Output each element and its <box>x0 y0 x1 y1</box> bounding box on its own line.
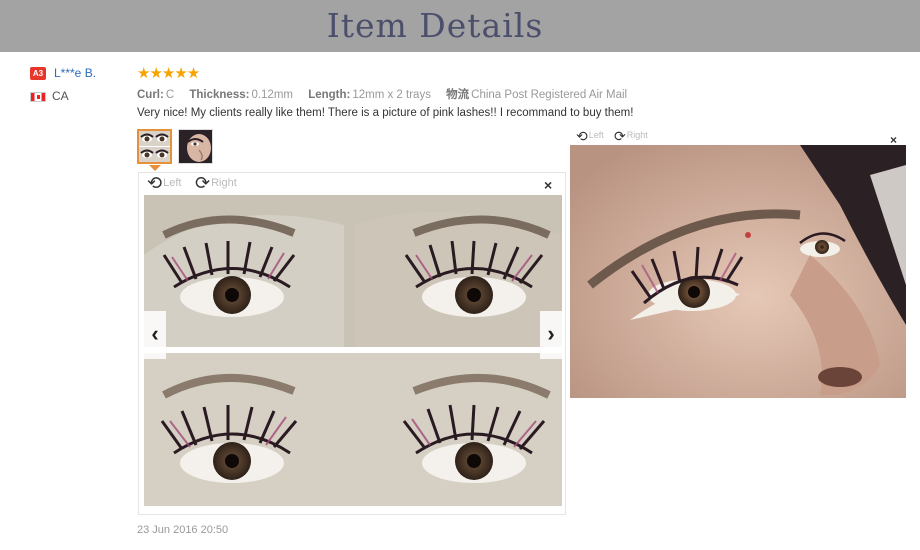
reviewer-country: CA <box>52 89 69 103</box>
rotate-right-label: Right <box>211 177 237 189</box>
attr-curl-label: Curl: <box>137 89 164 101</box>
review-photo-thumbnail[interactable] <box>178 129 213 164</box>
level-badge: A3 <box>30 67 46 80</box>
next-photo-button[interactable]: › <box>540 311 562 359</box>
rotate-left-button[interactable]: ⟲Left <box>147 173 181 194</box>
attr-thickness-label: Thickness: <box>189 89 250 101</box>
page-header: Item Details <box>0 0 920 52</box>
rotate-left-label: Left <box>588 130 604 140</box>
attr-length-label: Length: <box>308 89 351 101</box>
photo-viewer: ⟲Left ⟳Right × ‹ › <box>138 172 566 515</box>
photo-viewer-secondary: ⟲Left ⟳Right × <box>570 128 908 400</box>
attr-thickness-value: 0.12mm <box>251 89 293 101</box>
rating-stars: ★★★★★ <box>137 65 200 82</box>
attr-shipping-label: 物流 <box>446 89 470 101</box>
review-photo-large-secondary <box>570 145 906 398</box>
attr-curl-value: C <box>165 89 175 101</box>
page-title: Item Details <box>326 6 544 45</box>
thumbnail-selected-pointer <box>149 165 161 171</box>
rotate-left-button[interactable]: ⟲Left <box>576 128 604 145</box>
review-comment: Very nice! My clients really like them! … <box>137 107 634 119</box>
review-photo-large <box>144 195 562 506</box>
rotate-right-button[interactable]: ⟳Right <box>614 128 648 145</box>
attr-shipping-value: China Post Registered Air Mail <box>471 89 628 101</box>
attr-length-value: 12mm x 2 trays <box>352 89 431 101</box>
previous-photo-button[interactable]: ‹ <box>144 311 166 359</box>
close-icon[interactable]: × <box>544 178 552 192</box>
rotate-right-label: Right <box>626 130 648 140</box>
rotate-right-icon: ⟳ <box>195 173 211 193</box>
product-attributes: Curl: C Thickness: 0.12mm Length: 12mm x 2 … <box>137 86 627 102</box>
rotate-right-button[interactable]: ⟳Right <box>195 173 237 194</box>
rotate-left-label: Left <box>163 177 182 189</box>
rotate-left-icon: ⟲ <box>576 128 588 144</box>
canada-flag-icon <box>30 92 46 102</box>
rotate-right-icon: ⟳ <box>614 128 626 144</box>
review-photo-thumbnail[interactable] <box>137 129 172 164</box>
reviewer-name[interactable]: L***e B. <box>54 66 96 80</box>
rotate-left-icon: ⟲ <box>147 173 163 193</box>
review-date: 23 Jun 2016 20:50 <box>137 524 229 536</box>
